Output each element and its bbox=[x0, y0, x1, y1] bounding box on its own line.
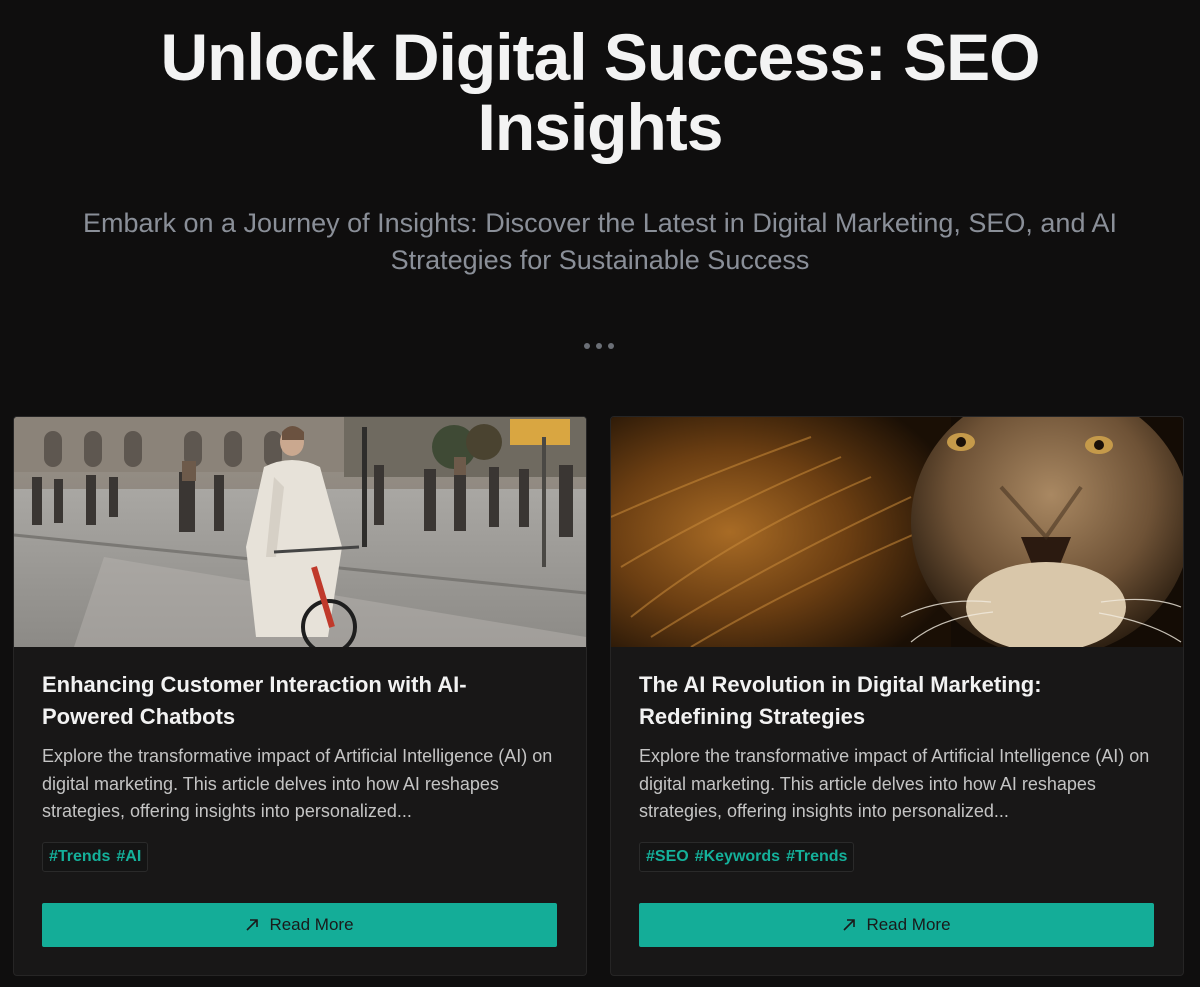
article-title[interactable]: Enhancing Customer Interaction with AI-P… bbox=[42, 669, 542, 733]
lion-photo bbox=[611, 417, 1183, 647]
article-excerpt: Explore the transformative impact of Art… bbox=[42, 746, 553, 821]
tag-seo[interactable]: #SEO bbox=[646, 848, 689, 866]
tag-list: #SEO #Keywords #Trends bbox=[639, 842, 855, 872]
arrow-up-right-icon bbox=[843, 919, 856, 931]
page-subtitle: Embark on a Journey of Insights: Discove… bbox=[82, 208, 1117, 275]
tag-trends[interactable]: #Trends bbox=[49, 848, 110, 866]
read-more-button[interactable]: Read More bbox=[42, 903, 557, 947]
street-cyclist-photo bbox=[14, 417, 586, 647]
tag-list: #Trends #AI bbox=[42, 842, 149, 872]
dot bbox=[584, 343, 590, 349]
article-image-street-cyclist[interactable] bbox=[14, 417, 586, 647]
dot bbox=[596, 343, 602, 349]
read-more-button[interactable]: Read More bbox=[639, 903, 1154, 947]
tag-ai[interactable]: #AI bbox=[116, 848, 141, 866]
article-excerpt: Explore the transformative impact of Art… bbox=[639, 746, 1150, 821]
tag-keywords[interactable]: #Keywords bbox=[695, 848, 780, 866]
article-card[interactable]: Enhancing Customer Interaction with AI-P… bbox=[13, 416, 587, 976]
more-dots-icon bbox=[579, 341, 619, 351]
article-card[interactable]: The AI Revolution in Digital Marketing: … bbox=[610, 416, 1184, 976]
page-title: Unlock Digital Success: SEO Insights bbox=[160, 20, 1041, 164]
article-image-lion[interactable] bbox=[611, 417, 1183, 647]
dot bbox=[608, 343, 614, 349]
tag-trends[interactable]: #Trends bbox=[786, 848, 847, 866]
arrow-up-right-icon bbox=[246, 919, 259, 931]
article-title[interactable]: The AI Revolution in Digital Marketing: … bbox=[639, 669, 1139, 733]
read-more-label: Read More bbox=[866, 915, 951, 934]
read-more-label: Read More bbox=[269, 915, 354, 934]
